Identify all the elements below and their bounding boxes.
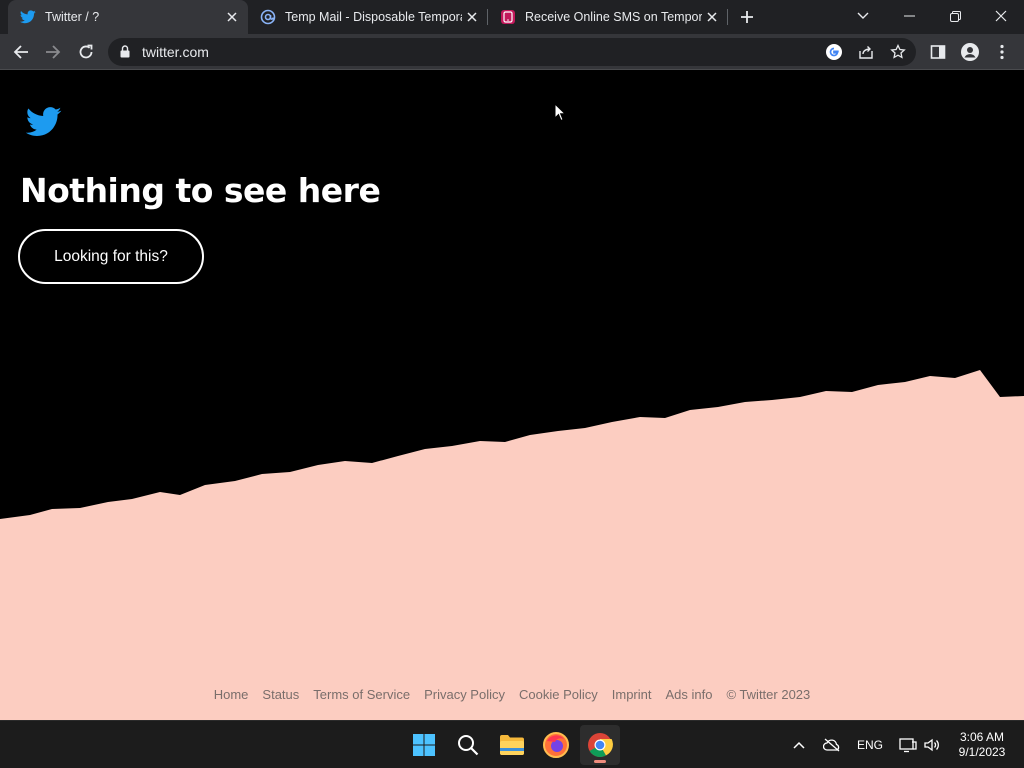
url-text[interactable]: twitter.com [142,44,209,60]
reload-icon [79,44,93,59]
footer-link-terms[interactable]: Terms of Service [313,687,410,702]
firefox-icon[interactable] [536,725,576,765]
windows-taskbar: ENG 3:06 AM 9/1/2023 [0,720,1024,768]
chevron-up-icon [793,741,805,749]
tab-receive-sms[interactable]: Receive Online SMS on Temporar [488,0,728,34]
mouse-cursor-icon [554,102,567,127]
lock-icon[interactable] [120,45,130,63]
chrome-icon[interactable] [580,725,620,765]
footer-link-ads-info[interactable]: Ads info [666,687,713,702]
restore-icon [949,10,961,22]
clock-time: 3:06 AM [959,730,1005,744]
network-icon[interactable] [896,721,920,768]
twitter-logo-icon[interactable] [25,107,62,142]
address-bar[interactable]: twitter.com [108,38,916,66]
onedrive-offline-icon[interactable] [820,721,844,768]
tab-temp-mail[interactable]: Temp Mail - Disposable Temporar [248,0,488,34]
tab-separator [727,9,728,25]
footer-link-imprint[interactable]: Imprint [612,687,652,702]
google-lens-icon[interactable] [825,43,843,61]
active-app-indicator [594,760,606,763]
profile-icon [961,43,979,61]
browser-toolbar: twitter.com [0,34,1024,70]
page-heading: Nothing to see here [20,171,381,210]
close-tab-icon[interactable] [462,7,482,27]
close-icon [995,10,1007,22]
chrome-menu-button[interactable] [992,42,1012,62]
page-content: Nothing to see here Looking for this? Ho… [0,71,1024,720]
minimize-icon [903,15,915,17]
clock-date: 9/1/2023 [958,745,1006,759]
copyright-text: © Twitter 2023 [726,687,811,702]
tab-search-button[interactable] [840,0,886,32]
file-explorer-icon[interactable] [492,725,532,765]
at-sign-icon [260,9,276,25]
footer-link-home[interactable]: Home [214,687,249,702]
arrow-left-icon [13,45,28,59]
back-button[interactable] [8,39,34,65]
tab-title: Twitter / ? [45,10,100,24]
footer-link-cookie[interactable]: Cookie Policy [519,687,598,702]
reload-button[interactable] [73,39,99,65]
footer-links: Home Status Terms of Service Privacy Pol… [0,687,1024,702]
close-tab-icon[interactable] [222,7,242,27]
tab-twitter[interactable]: Twitter / ? [8,0,248,34]
close-tab-icon[interactable] [702,7,722,27]
system-clock[interactable]: 3:06 AM 9/1/2023 [950,730,1014,760]
show-hidden-icons-button[interactable] [788,721,810,768]
tab-strip: Twitter / ? Temp Mail - Disposable Tempo… [0,0,1024,34]
tab-title: Receive Online SMS on Temporar [525,10,702,24]
looking-for-this-button[interactable]: Looking for this? [18,229,204,284]
kebab-menu-icon [1000,44,1004,60]
twitter-icon [20,9,36,25]
footer-link-privacy[interactable]: Privacy Policy [424,687,505,702]
tab-title: Temp Mail - Disposable Temporar [285,10,462,24]
new-tab-button[interactable] [737,7,757,27]
side-panel-icon [930,45,946,59]
profile-button[interactable] [960,42,980,62]
browser-window: Twitter / ? Temp Mail - Disposable Tempo… [0,0,1024,768]
close-window-button[interactable] [978,0,1024,32]
sms-site-icon [500,9,516,25]
arrow-right-icon [46,45,61,59]
language-indicator[interactable]: ENG [852,721,888,768]
bookmark-star-icon[interactable] [889,43,907,61]
share-icon[interactable] [857,43,875,61]
footer-link-status[interactable]: Status [262,687,299,702]
chevron-down-icon [857,12,869,19]
forward-button[interactable] [40,39,66,65]
minimize-button[interactable] [886,0,932,32]
side-panel-button[interactable] [928,42,948,62]
volume-icon[interactable] [920,721,944,768]
restore-button[interactable] [932,0,978,32]
windows-start-icon[interactable] [404,725,444,765]
search-icon[interactable] [448,725,488,765]
torn-paper-illustration [0,370,1024,720]
